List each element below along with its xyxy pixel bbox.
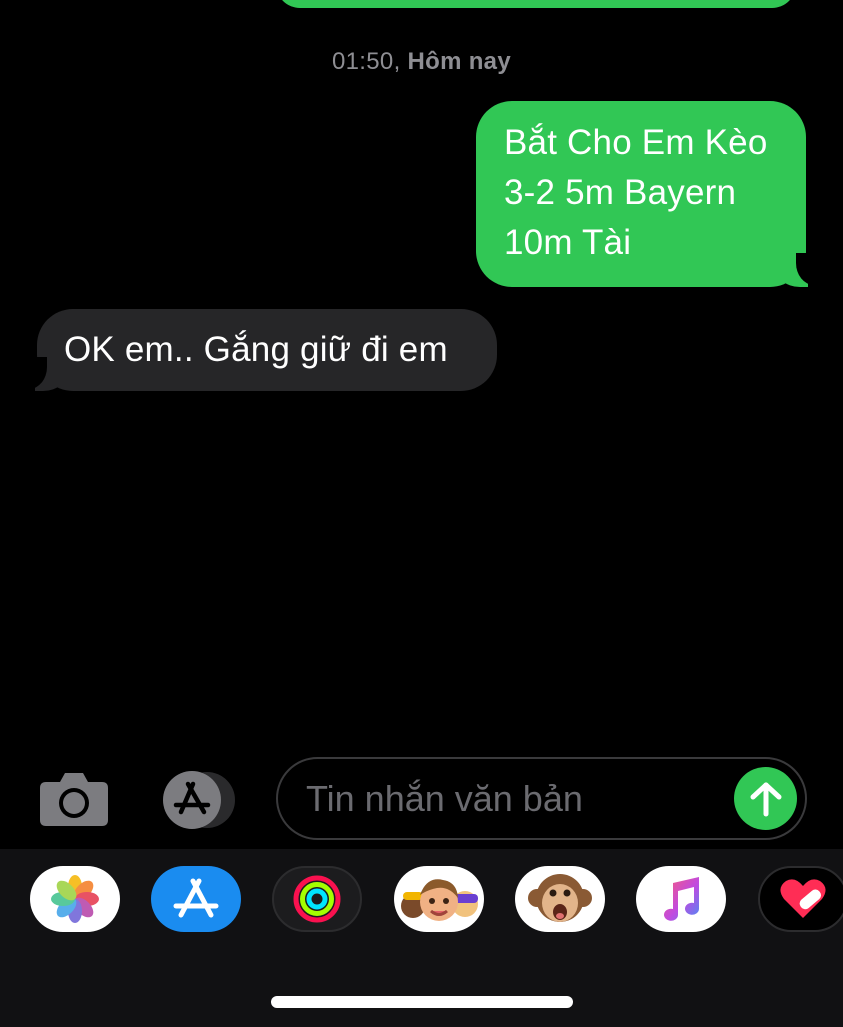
- previous-outgoing-message-bubble[interactable]: [276, 0, 796, 8]
- app-digital-touch[interactable]: [758, 866, 843, 932]
- animoji-monkey-icon: [528, 874, 592, 922]
- timestamp-day: Hôm nay: [407, 48, 511, 75]
- camera-button[interactable]: [38, 770, 110, 828]
- app-photos[interactable]: [30, 866, 120, 932]
- camera-icon: [40, 773, 108, 826]
- messages-conversation-screen: 01:50, Hôm nay Bắt Cho Em Kèo 3-2 5m Bay…: [0, 0, 843, 1027]
- message-line: 10m Tài: [504, 223, 632, 262]
- app-music[interactable]: [636, 866, 726, 932]
- app-activity[interactable]: [272, 866, 362, 932]
- message-line: Bắt Cho Em Kèo: [504, 123, 768, 162]
- timestamp-time: 01:50,: [332, 48, 401, 75]
- photos-icon: [51, 875, 99, 923]
- bubble-tail: [784, 253, 818, 287]
- outgoing-message-bubble[interactable]: Bắt Cho Em Kèo 3-2 5m Bayern 10m Tài: [476, 101, 818, 287]
- digital-touch-icon: [780, 879, 826, 918]
- message-input[interactable]: [306, 769, 726, 829]
- app-app-store[interactable]: [151, 866, 241, 932]
- app-memoji-stickers[interactable]: [394, 866, 484, 932]
- bubble-tail: [25, 357, 59, 391]
- home-indicator[interactable]: [271, 996, 573, 1008]
- incoming-message-bubble[interactable]: OK em.. Gắng giữ đi em: [25, 309, 497, 391]
- activity-icon: [293, 875, 341, 923]
- message-line: 3-2 5m Bayern: [504, 173, 737, 212]
- message-timestamp: 01:50, Hôm nay: [0, 48, 843, 76]
- music-icon: [664, 877, 699, 921]
- send-button[interactable]: [734, 767, 797, 830]
- app-animoji[interactable]: [515, 866, 605, 932]
- app-store-icon: [173, 878, 219, 918]
- message-text: OK em.. Gắng giữ đi em: [64, 330, 448, 369]
- apps-button[interactable]: [157, 771, 239, 829]
- message-input-container[interactable]: [276, 757, 807, 840]
- arrow-up-icon: [750, 782, 781, 816]
- app-store-icon: [163, 771, 235, 829]
- memoji-stickers-icon: [401, 879, 478, 921]
